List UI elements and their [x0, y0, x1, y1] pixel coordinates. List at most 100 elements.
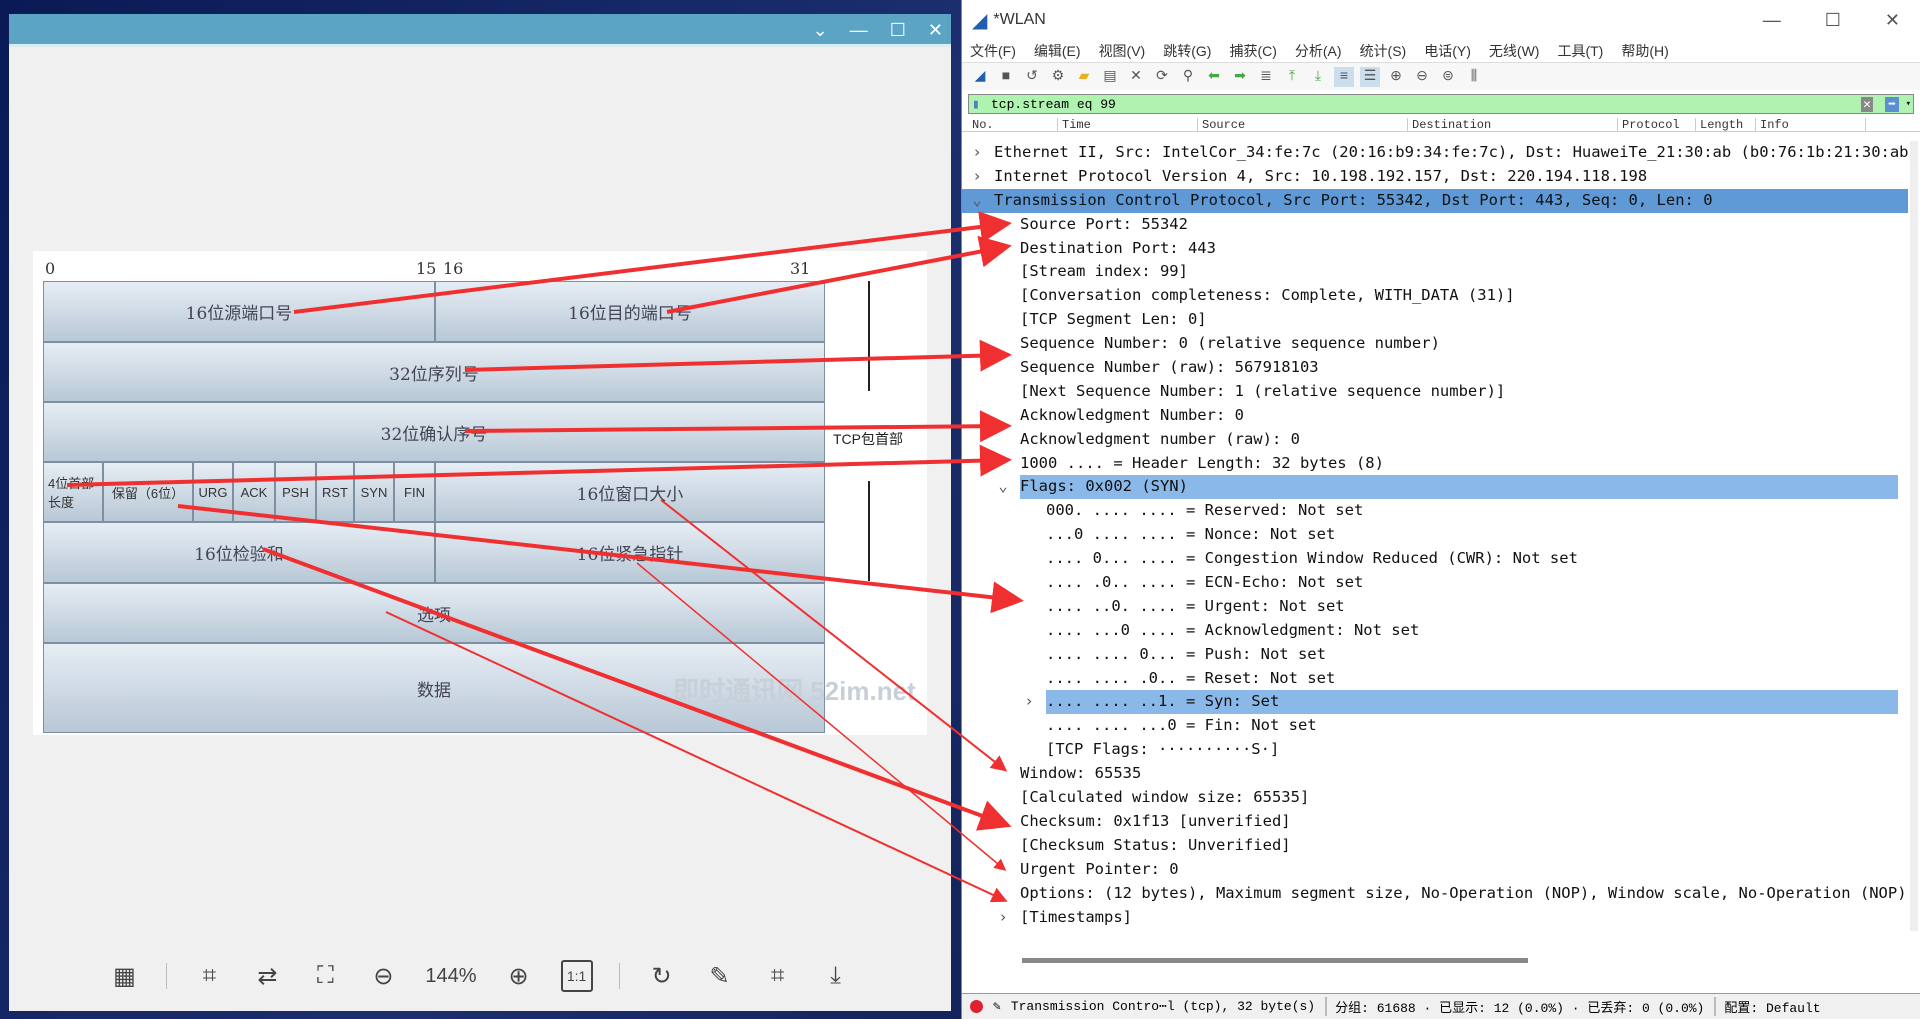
- tree-item[interactable]: › Ethernet II, Src: IntelCor_34:fe:7c (20…: [962, 141, 1908, 165]
- tree-item[interactable]: Acknowledgment Number: 0: [962, 404, 1908, 428]
- menu-item[interactable]: 帮助(H): [1621, 41, 1668, 61]
- tree-item[interactable]: [Checksum Status: Unverified]: [962, 834, 1908, 858]
- vertical-scrollbar[interactable]: [1910, 141, 1918, 931]
- rotate-icon[interactable]: ↻: [646, 960, 678, 992]
- find-icon[interactable]: ⚲: [1178, 67, 1198, 87]
- tree-item[interactable]: › [Timestamps]: [962, 906, 1908, 930]
- goto-packet-icon[interactable]: ≣: [1256, 67, 1276, 87]
- column-header[interactable]: No.: [968, 118, 1058, 131]
- maximize-button[interactable]: ☐: [1825, 10, 1841, 31]
- edit-comment-icon[interactable]: ✎: [993, 999, 1001, 1014]
- edit-icon[interactable]: ✎: [704, 960, 736, 992]
- tree-item[interactable]: .... ...0 .... = Acknowledgment: Not set: [962, 619, 1908, 643]
- tree-item[interactable]: › Internet Protocol Version 4, Src: 10.19…: [962, 165, 1908, 189]
- reload-icon[interactable]: ⟳: [1152, 67, 1172, 87]
- tree-item[interactable]: .... .... 0... = Push: Not set: [962, 643, 1908, 667]
- save-file-icon[interactable]: ▤: [1100, 67, 1120, 87]
- zoom-in-icon[interactable]: ⊕: [1386, 67, 1406, 87]
- tree-item[interactable]: .... .... .0.. = Reset: Not set: [962, 667, 1908, 691]
- tree-item[interactable]: 1000 .... = Header Length: 32 bytes (8): [962, 452, 1908, 476]
- start-capture-icon[interactable]: ◢: [970, 67, 990, 87]
- capture-options-icon[interactable]: ⚙: [1048, 67, 1068, 87]
- close-button[interactable]: ✕: [928, 20, 943, 41]
- colorize-icon[interactable]: ☰: [1360, 66, 1380, 87]
- tree-item[interactable]: ⌄ Flags: 0x002 (SYN): [962, 475, 1908, 500]
- display-filter-input[interactable]: ▮ tcp.stream eq 99 ✕ ➡ ▾: [968, 94, 1914, 114]
- actual-size-icon[interactable]: 1:1: [560, 960, 593, 992]
- expand-icon[interactable]: ›: [970, 141, 984, 165]
- tree-item[interactable]: Sequence Number: 0 (relative sequence nu…: [962, 332, 1908, 356]
- tree-item[interactable]: [TCP Segment Len: 0]: [962, 308, 1908, 332]
- download-icon[interactable]: ⤓: [820, 960, 852, 992]
- column-header[interactable]: Time: [1058, 118, 1198, 131]
- tree-item[interactable]: [Calculated window size: 65535]: [962, 786, 1908, 810]
- menu-item[interactable]: 分析(A): [1295, 41, 1342, 61]
- menu-item[interactable]: 捕获(C): [1229, 41, 1276, 61]
- minimize-button[interactable]: —: [1763, 10, 1781, 31]
- menu-item[interactable]: 工具(T): [1557, 41, 1603, 61]
- menu-item[interactable]: 统计(S): [1360, 41, 1407, 61]
- tree-item[interactable]: .... 0... .... = Congestion Window Reduc…: [962, 547, 1908, 571]
- tree-item[interactable]: [Stream index: 99]: [962, 260, 1908, 284]
- menu-item[interactable]: 跳转(G): [1163, 41, 1211, 61]
- column-header[interactable]: Source: [1198, 118, 1408, 131]
- tree-item[interactable]: .... .... ...0 = Fin: Not set: [962, 714, 1908, 738]
- tree-item[interactable]: [TCP Flags: ··········S·]: [962, 738, 1908, 762]
- layout-icon[interactable]: ▦: [108, 960, 140, 992]
- tree-item[interactable]: Options: (12 bytes), Maximum segment siz…: [962, 882, 1908, 906]
- filter-dropdown-icon[interactable]: ▾: [1906, 99, 1911, 109]
- column-header[interactable]: Length: [1696, 118, 1756, 131]
- close-button[interactable]: ✕: [1885, 10, 1900, 31]
- stop-capture-icon[interactable]: ■: [996, 67, 1016, 87]
- crop-icon[interactable]: ⌗: [762, 960, 794, 992]
- menu-item[interactable]: 无线(W): [1489, 41, 1540, 61]
- autoscroll-icon[interactable]: ≡: [1334, 66, 1354, 87]
- tree-item[interactable]: ⌄ Transmission Control Protocol, Src Port…: [962, 188, 1908, 213]
- expand-icon[interactable]: ›: [996, 906, 1010, 930]
- menu-item[interactable]: 视图(V): [1099, 41, 1146, 61]
- minimize-button[interactable]: —: [850, 20, 868, 41]
- column-header[interactable]: Protocol: [1618, 118, 1696, 131]
- zoom-out-icon[interactable]: ⊖: [367, 960, 399, 992]
- collapse-icon[interactable]: ⌄: [996, 475, 1010, 499]
- tree-item[interactable]: Sequence Number (raw): 567918103: [962, 356, 1908, 380]
- bookmark-icon[interactable]: ▮: [972, 97, 980, 112]
- ocr-text-icon[interactable]: ⌗: [193, 960, 225, 992]
- chevron-down-icon[interactable]: ⌄: [813, 20, 828, 41]
- menu-item[interactable]: 编辑(E): [1034, 41, 1081, 61]
- column-header[interactable]: Destination: [1408, 118, 1618, 131]
- last-packet-icon[interactable]: ⤓: [1308, 67, 1328, 87]
- tree-item[interactable]: › .... .... ..1. = Syn: Set: [962, 690, 1908, 715]
- restart-capture-icon[interactable]: ↺: [1022, 67, 1042, 87]
- zoom-out-icon[interactable]: ⊖: [1412, 67, 1432, 87]
- tree-item[interactable]: Destination Port: 443: [962, 237, 1908, 261]
- tree-item[interactable]: [Next Sequence Number: 1 (relative seque…: [962, 380, 1908, 404]
- tree-item[interactable]: 000. .... .... = Reserved: Not set: [962, 499, 1908, 523]
- clear-filter-icon[interactable]: ✕: [1861, 96, 1873, 112]
- tree-item[interactable]: Source Port: 55342: [962, 213, 1908, 237]
- apply-filter-icon[interactable]: ➡: [1885, 96, 1899, 112]
- tree-item[interactable]: .... .0.. .... = ECN-Echo: Not set: [962, 571, 1908, 595]
- forward-icon[interactable]: ➡: [1230, 67, 1250, 87]
- status-profile[interactable]: 配置: Default: [1714, 997, 1821, 1016]
- close-file-icon[interactable]: ✕: [1126, 67, 1146, 87]
- zoom-normal-icon[interactable]: ⊜: [1438, 67, 1458, 87]
- expand-icon[interactable]: ›: [1022, 690, 1036, 714]
- tree-item[interactable]: [Conversation completeness: Complete, WI…: [962, 284, 1908, 308]
- horizontal-scrollbar[interactable]: [1022, 958, 1528, 963]
- zoom-in-icon[interactable]: ⊕: [503, 960, 535, 992]
- tree-item[interactable]: .... ..0. .... = Urgent: Not set: [962, 595, 1908, 619]
- collapse-icon[interactable]: ⌄: [970, 189, 984, 213]
- column-header[interactable]: Info: [1756, 118, 1866, 131]
- menu-item[interactable]: 电话(Y): [1424, 41, 1471, 61]
- resize-columns-icon[interactable]: ⫼: [1464, 67, 1484, 87]
- fit-screen-icon[interactable]: ⛶: [309, 960, 341, 992]
- translate-icon[interactable]: ⇄: [251, 960, 283, 992]
- tree-item[interactable]: ...0 .... .... = Nonce: Not set: [962, 523, 1908, 547]
- expand-icon[interactable]: ›: [970, 165, 984, 189]
- tree-item[interactable]: Urgent Pointer: 0: [962, 858, 1908, 882]
- first-packet-icon[interactable]: ⤒: [1282, 67, 1302, 87]
- maximize-button[interactable]: ☐: [890, 20, 906, 41]
- tree-item[interactable]: Acknowledgment number (raw): 0: [962, 428, 1908, 452]
- open-file-icon[interactable]: ▰: [1074, 67, 1094, 87]
